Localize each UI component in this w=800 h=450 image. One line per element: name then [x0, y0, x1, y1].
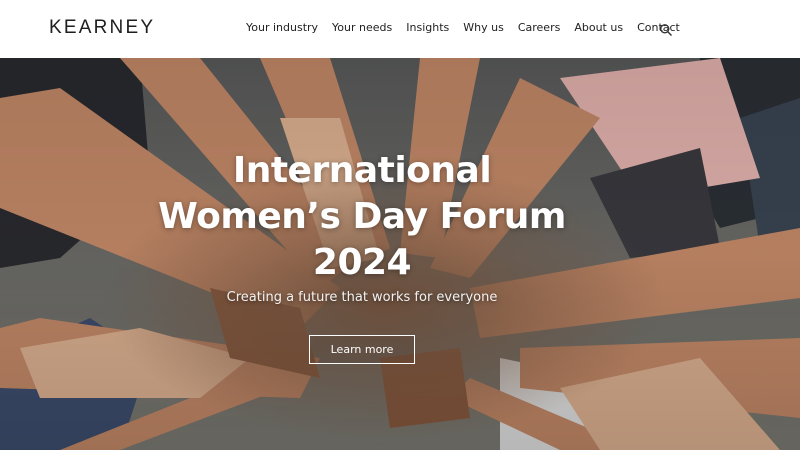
- hero-text: International Women’s Day Forum 2024 Cre…: [0, 58, 800, 450]
- kearney-logo[interactable]: KEARNEY: [49, 17, 155, 39]
- hero-title-line-3: 2024: [312, 242, 412, 283]
- hero-title-line-1: International: [232, 150, 492, 191]
- learn-more-button[interactable]: Learn more: [309, 335, 415, 364]
- hero-banner: International Women’s Day Forum 2024 Cre…: [0, 58, 800, 450]
- hero-subtitle: Creating a future that works for everyon…: [226, 290, 498, 305]
- hero-title-line-2: Women’s Day Forum: [158, 196, 566, 237]
- nav-your-industry[interactable]: Your industry: [246, 21, 318, 34]
- main-nav: Your industry Your needs Insights Why us…: [246, 21, 694, 34]
- nav-insights[interactable]: Insights: [406, 21, 449, 34]
- nav-about-us[interactable]: About us: [574, 21, 623, 34]
- search-icon[interactable]: [659, 23, 673, 37]
- site-header: KEARNEY Your industry Your needs Insight…: [0, 0, 800, 58]
- nav-careers[interactable]: Careers: [518, 21, 561, 34]
- nav-your-needs[interactable]: Your needs: [332, 21, 392, 34]
- nav-why-us[interactable]: Why us: [463, 21, 504, 34]
